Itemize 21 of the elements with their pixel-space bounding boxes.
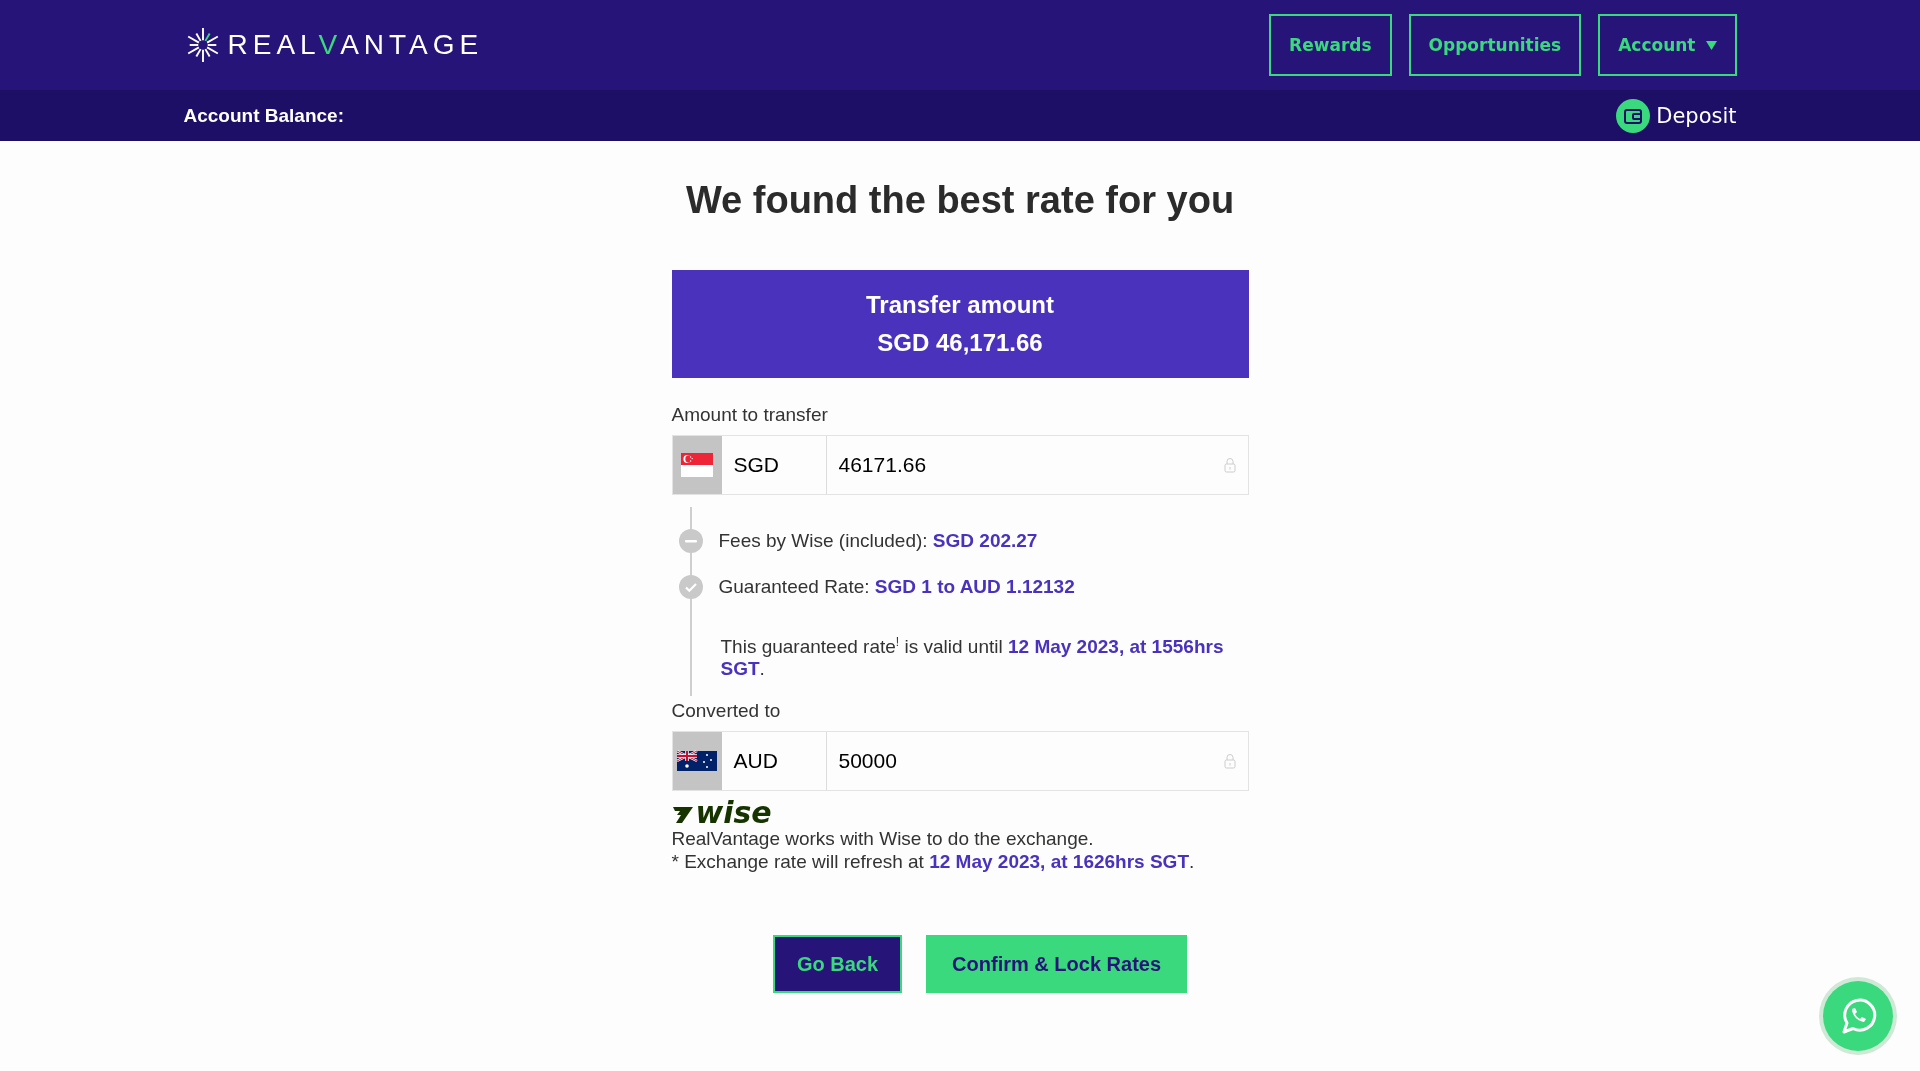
logo-wordmark[interactable]: REALVANTAGE: [227, 29, 484, 61]
wise-logo-text: wise: [695, 799, 772, 828]
wallet-icon: [1616, 98, 1651, 133]
banner-amount: SGD 46,171.66: [877, 329, 1043, 357]
nav-button[interactable]: Account: [1598, 14, 1737, 76]
banner-label: Transfer amount: [865, 291, 1054, 319]
back-button[interactable]: Go Back: [772, 935, 903, 994]
detail-text: Fees by Wise (included): SGD 202.27: [718, 530, 1038, 552]
nav-button[interactable]: Rewards: [1269, 14, 1392, 76]
whatsapp-icon[interactable]: [1818, 976, 1898, 1056]
partner-note: * Exchange rate will refresh at 12 May 2023, at 1626hrs SGT.: [671, 850, 1196, 874]
account-balance-label: Account Balance:: [183, 104, 344, 127]
deposit-button[interactable]: Deposit: [1616, 98, 1737, 133]
field-label: Amount to transfer: [671, 404, 829, 426]
field-label: Converted to: [671, 700, 782, 723]
confirm-button[interactable]: Confirm & Lock Rates: [926, 935, 1188, 994]
nav-button[interactable]: Opportunities: [1408, 14, 1582, 76]
detail-text: Guaranteed Rate: SGD 1 to AUD 1.12132: [718, 576, 1075, 598]
detail-text: This guaranteed rate$^{!}$ is valid until 12 May 2023, at 1556hrs SGT.: [720, 634, 1225, 681]
partner-note: RealVantage works with Wise to do the exchange.: [671, 827, 1095, 851]
page-title: We found the best rate for you: [685, 179, 1235, 222]
